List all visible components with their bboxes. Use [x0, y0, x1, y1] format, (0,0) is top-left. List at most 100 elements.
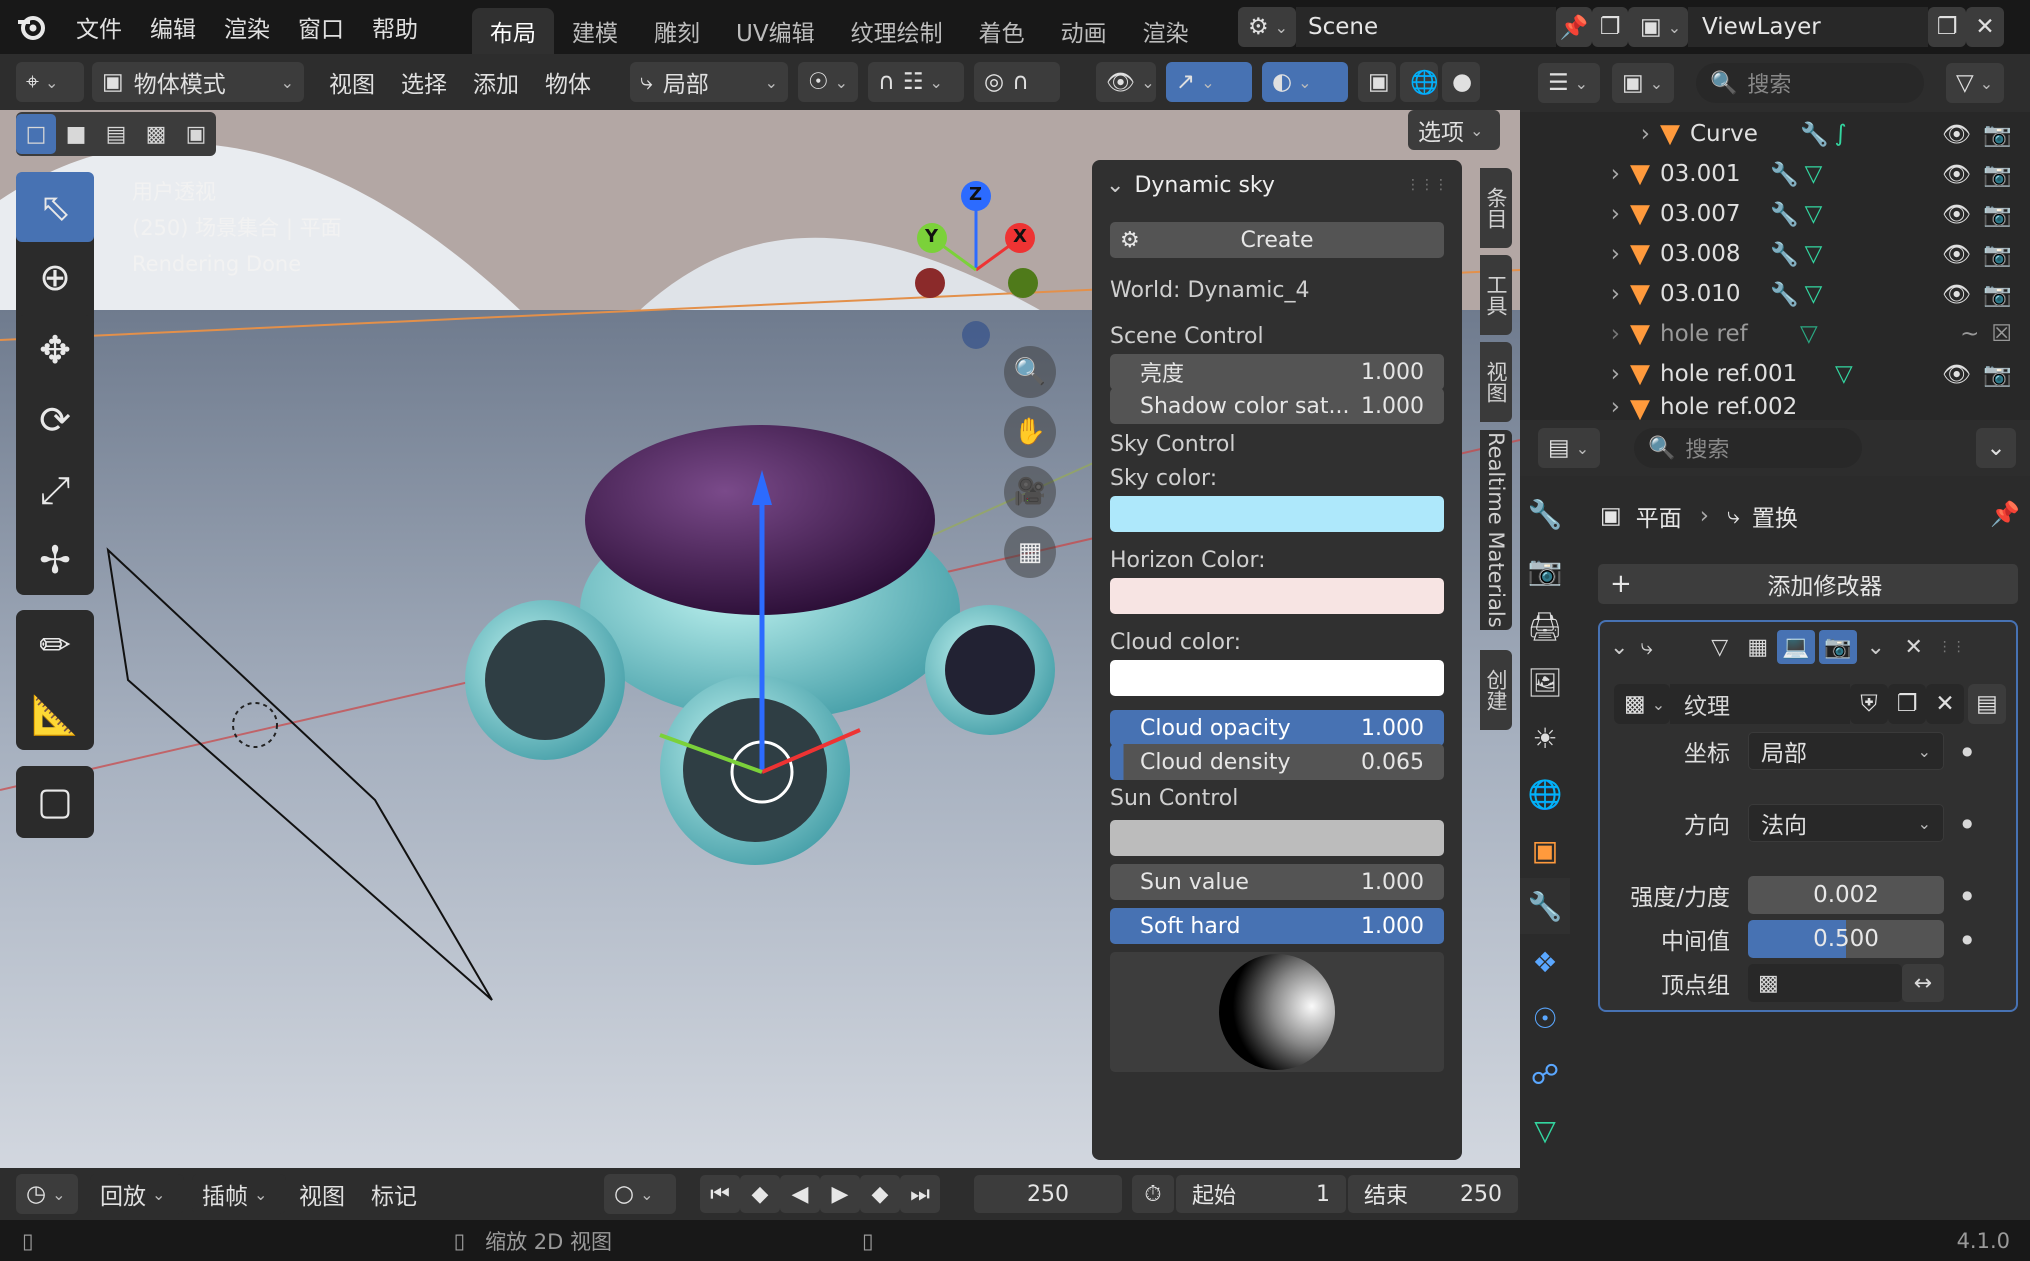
render-camera-icon[interactable]: 📷 [1983, 121, 2012, 148]
data-tab-icon[interactable]: ▽ [1520, 1102, 1570, 1158]
render-disabled-icon[interactable]: ☒ [1991, 321, 2012, 347]
modifier-wrench-icon[interactable]: 🔧 [1770, 201, 1799, 228]
coordinates-dropdown[interactable]: 局部 ⌄ [1748, 732, 1944, 770]
tab-modeling[interactable]: 建模 [554, 8, 636, 54]
outliner-row[interactable]: › ▼ hole ref.002 [1520, 394, 2030, 420]
keying-dropdown[interactable]: 插帧 ⌄ [192, 1174, 286, 1214]
pin-icon[interactable]: 📌 [1556, 7, 1592, 47]
outliner-row[interactable]: › ▼ 03.010 🔧 ▽ 👁 📷 [1520, 274, 2030, 314]
blender-logo-icon[interactable] [0, 0, 62, 54]
proportional-edit-button[interactable]: ◎ ∩ [974, 62, 1060, 102]
keyframe-dot-icon[interactable]: ● [1962, 816, 1972, 830]
mode-dropdown[interactable]: ▣ 物体模式 ⌄ [92, 62, 304, 102]
drag-handle-icon[interactable]: ⋮⋮ [1933, 639, 1971, 655]
outliner-search-input[interactable]: 🔍 搜索 [1696, 63, 1924, 103]
prev-keyframe-icon[interactable]: ◆ [740, 1175, 780, 1213]
world-tab-icon[interactable]: 🌐 [1520, 766, 1570, 822]
outliner-row[interactable]: › ▼ hole ref ▽ ∼ ☒ [1520, 314, 2030, 354]
outliner-type-button[interactable]: ☰ ⌄ [1538, 63, 1600, 103]
view-layer-tab-icon[interactable]: 🖼 [1520, 654, 1570, 710]
visibility-eye-icon[interactable]: 👁 [1942, 241, 1971, 268]
play-reverse-icon[interactable]: ◀ [780, 1175, 820, 1213]
display-mode-button[interactable]: ▣ ⌄ [1612, 63, 1674, 103]
render-camera-icon[interactable]: 📷 [1983, 241, 2012, 268]
select-box-icon[interactable]: ⬁ [16, 172, 94, 242]
menu-window[interactable]: 窗口 [284, 0, 358, 54]
menu-render[interactable]: 渲染 [210, 0, 284, 54]
tool-tab-icon[interactable]: 🔧 [1520, 486, 1570, 542]
snap-button[interactable]: ∩ ☷ ⌄ [868, 62, 964, 102]
render-camera-icon[interactable]: 📷 [1983, 361, 2012, 388]
overlay-toggle[interactable]: ◐ ⌄ [1262, 62, 1348, 102]
view-layer-name-field[interactable]: ViewLayer [1688, 7, 1928, 47]
end-frame-field[interactable]: 结束 250 [1348, 1175, 1518, 1213]
modifier-wrench-icon[interactable]: 🔧 [1770, 281, 1799, 308]
options-chevron-icon[interactable]: ⌄ [1976, 428, 2016, 468]
menu-add[interactable]: 添加 [460, 65, 532, 99]
jump-end-icon[interactable]: ⏭ [900, 1175, 940, 1213]
texture-browse-button[interactable]: ▩ ⌄ [1614, 684, 1670, 724]
fake-user-shield-icon[interactable]: ⛨ [1850, 684, 1888, 724]
mesh-data-icon[interactable]: ▽ [1805, 161, 1823, 187]
visibility-eye-icon[interactable]: 👁 [1942, 161, 1971, 188]
modifier-wrench-icon[interactable]: 🔧 [1800, 121, 1829, 148]
modifier-tab-icon[interactable]: 🔧 [1520, 878, 1570, 934]
timeline-view-menu[interactable]: 视图 [286, 1177, 358, 1211]
drag-handle-icon[interactable]: ⋮⋮⋮ [1406, 177, 1448, 193]
zoom-icon[interactable]: 🔍 [1004, 346, 1056, 398]
select-extend-icon[interactable]: ■ [56, 114, 96, 154]
object-tab-icon[interactable]: ▣ [1520, 822, 1570, 878]
current-frame-field[interactable]: 250 [974, 1175, 1122, 1213]
cloud-opacity-slider[interactable]: Cloud opacity 1.000 [1110, 710, 1444, 746]
sidebar-tab-tool[interactable]: 工具 [1480, 255, 1512, 335]
render-tab-icon[interactable]: 📷 [1520, 542, 1570, 598]
options-dropdown[interactable]: 选项 ⌄ [1408, 110, 1500, 150]
sun-color-swatch[interactable] [1110, 820, 1444, 856]
pin-icon[interactable]: 📌 [1990, 500, 2020, 528]
scene-tab-icon[interactable]: ☀ [1520, 710, 1570, 766]
scene-name-field[interactable]: Scene [1296, 7, 1556, 47]
timeline-marker-menu[interactable]: 标记 [358, 1177, 430, 1211]
modifier-wrench-icon[interactable]: 🔧 [1770, 241, 1799, 268]
xray-icon[interactable]: ▣ [1358, 62, 1396, 102]
mesh-data-icon[interactable]: ▽ [1805, 281, 1823, 307]
menu-view[interactable]: 视图 [316, 65, 388, 99]
camera-view-icon[interactable]: 🎥 [1004, 466, 1056, 518]
curve-icon[interactable]: ∫ [1835, 121, 1847, 147]
remove-modifier-icon[interactable]: ✕ [1895, 635, 1933, 660]
transform-orientation-dropdown[interactable]: ⤷ 局部 ⌄ [630, 62, 788, 102]
navigation-gizmo[interactable]: Z Y X [880, 180, 1060, 360]
new-layer-icon[interactable]: ❐ [1928, 7, 1966, 47]
edit-mode-toggle-icon[interactable]: ▽ [1701, 635, 1739, 660]
outliner-row[interactable]: › ▼ hole ref.001 ▽ 👁 📷 [1520, 354, 2030, 394]
sky-panel-header[interactable]: ⌄ Dynamic sky ⋮⋮⋮ [1092, 160, 1462, 210]
modifier-wrench-icon[interactable]: 🔧 [1770, 161, 1799, 188]
mesh-data-icon[interactable]: ▽ [1805, 241, 1823, 267]
annotate-icon[interactable]: ✏ [16, 610, 94, 680]
playback-dropdown[interactable]: 回放 ⌄ [90, 1174, 184, 1214]
close-icon[interactable]: ✕ [1966, 7, 2004, 47]
constraints-tab-icon[interactable]: ☍ [1520, 1046, 1570, 1102]
keyframe-dot-icon[interactable]: ● [1962, 888, 1972, 902]
modifier-menu-chevron-icon[interactable]: ⌄ [1857, 635, 1895, 660]
next-keyframe-icon[interactable]: ◆ [860, 1175, 900, 1213]
perspective-grid-icon[interactable]: ▦ [1004, 526, 1056, 578]
sidebar-tab-create[interactable]: 创建 [1480, 650, 1512, 730]
render-camera-icon[interactable]: 📷 [1983, 281, 2012, 308]
visibility-eye-icon[interactable]: 👁 [1942, 201, 1971, 228]
menu-object[interactable]: 物体 [532, 65, 604, 99]
move-icon[interactable]: ✥ [16, 315, 94, 385]
select-subtract-icon[interactable]: ▤ [96, 114, 136, 154]
properties-type-button[interactable]: ▤ ⌄ [1538, 428, 1600, 468]
shadow-color-sat-field[interactable]: Shadow color sat... 1.000 [1110, 388, 1444, 424]
mesh-data-icon[interactable]: ▽ [1800, 321, 1818, 347]
preview-range-stopwatch-icon[interactable]: ⏱ [1132, 1175, 1174, 1213]
gizmo-toggle[interactable]: ↗ ⌄ [1166, 62, 1252, 102]
texture-selector[interactable]: ▩ ⌄ 纹理 ⛨ ❐ ✕ ▤ [1614, 684, 2016, 724]
solid-shading-icon[interactable]: ● [1442, 62, 1480, 102]
render-toggle-icon[interactable]: 📷 [1818, 630, 1857, 664]
vertex-group-field[interactable]: ▩ [1748, 964, 1902, 1002]
mesh-data-icon[interactable]: ▽ [1835, 361, 1853, 387]
tab-layout[interactable]: 布局 [472, 8, 554, 54]
menu-file[interactable]: 文件 [62, 0, 136, 54]
